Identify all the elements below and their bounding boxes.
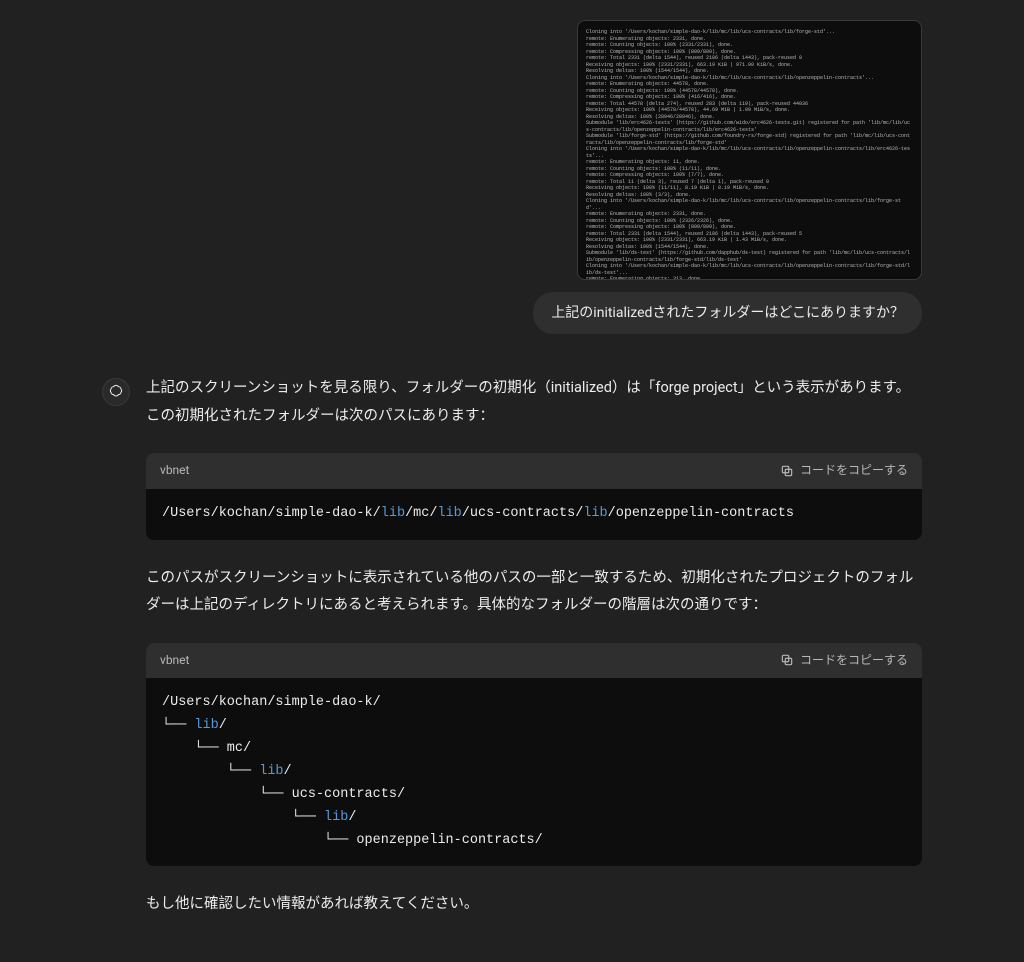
copy-code-button[interactable]: コードをコピーする (780, 461, 908, 480)
user-message: Cloning into '/Users/kochan/simple-dao-k… (102, 20, 922, 334)
assistant-avatar (102, 378, 130, 406)
openai-icon (108, 384, 124, 400)
code-block-2: vbnet コードをコピーする /Users/kochan/simple-dao… (146, 643, 922, 867)
terminal-screenshot: Cloning into '/Users/kochan/simple-dao-k… (577, 20, 922, 280)
assistant-paragraph-3: もし他に確認したい情報があれば教えてください。 (146, 890, 922, 918)
assistant-content: 上記のスクリーンショットを見る限り、フォルダーの初期化（initialized）… (146, 374, 922, 942)
code-lang-label: vbnet (160, 651, 189, 670)
code-header: vbnet コードをコピーする (146, 453, 922, 488)
assistant-paragraph-2: このパスがスクリーンショットに表示されている他のパスの一部と一致するため、初期化… (146, 564, 922, 619)
copy-label: コードをコピーする (800, 651, 908, 670)
user-question-bubble: 上記のinitializedされたフォルダーはどこにありますか？ (533, 292, 922, 334)
code-body-tree: /Users/kochan/simple-dao-k/└── lib/ └── … (146, 678, 922, 867)
terminal-output: Cloning into '/Users/kochan/simple-dao-k… (586, 29, 913, 280)
code-block-1: vbnet コードをコピーする /Users/kochan/simple-dao… (146, 453, 922, 539)
copy-code-button[interactable]: コードをコピーする (780, 651, 908, 670)
code-lang-label: vbnet (160, 461, 189, 480)
user-question-text: 上記のinitializedされたフォルダーはどこにありますか？ (551, 305, 904, 321)
code-header: vbnet コードをコピーする (146, 643, 922, 678)
code-body-path: /Users/kochan/simple-dao-k/lib/mc/lib/uc… (146, 489, 922, 540)
copy-icon (780, 653, 794, 667)
assistant-message: 上記のスクリーンショットを見る限り、フォルダーの初期化（initialized）… (102, 374, 922, 942)
copy-label: コードをコピーする (800, 461, 908, 480)
assistant-paragraph-1: 上記のスクリーンショットを見る限り、フォルダーの初期化（initialized）… (146, 374, 922, 429)
copy-icon (780, 464, 794, 478)
